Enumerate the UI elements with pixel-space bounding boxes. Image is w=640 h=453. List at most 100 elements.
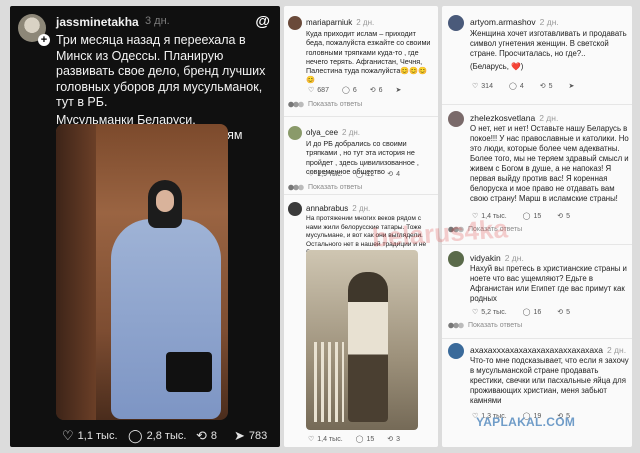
reposts-count: 6 (378, 86, 383, 94)
woman-figure (348, 272, 388, 422)
divider (442, 104, 632, 105)
reposts-count: 5 (566, 308, 571, 316)
divider (442, 338, 632, 339)
repost-button[interactable]: ⟲ 5 (557, 308, 571, 317)
comment-text: О нет, нет и нет! Оставьте нашу Беларусь… (470, 124, 629, 203)
comment-actions: ♡ 687 ◯ 6 ⟲ 6 ➤ (308, 86, 402, 95)
comments-count: 15 (366, 435, 375, 443)
divider (284, 194, 438, 195)
comment-button[interactable]: ◯ 16 (523, 308, 542, 317)
reposts-count: 8 (210, 430, 218, 442)
replier-avatars (448, 322, 464, 329)
follow-plus-icon[interactable]: + (38, 34, 50, 46)
share-icon[interactable]: ➤ (396, 86, 402, 94)
avatar[interactable] (448, 111, 464, 127)
divider (284, 116, 438, 117)
comment-time: 2 дн. (606, 345, 627, 355)
likes-count: 5,2 тыс. (481, 308, 507, 316)
show-replies-label: Показать ответы (308, 184, 363, 191)
shares-count: 783 (248, 430, 268, 442)
replier-avatars (288, 184, 304, 191)
comment-button[interactable]: ◯ 6 (342, 86, 357, 95)
likes-count: 1,4 тыс. (317, 435, 343, 443)
repost-button[interactable]: ⟲ 5 (540, 82, 553, 91)
like-button[interactable]: ♡ 1,4 тыс. (308, 435, 343, 444)
like-button[interactable]: ♡ 687 (308, 86, 329, 95)
comment-actions: ♡ 1,9 тыс. ◯ 12 ⟲ 4 (308, 170, 401, 179)
reposts-count: 5 (566, 212, 571, 220)
send-icon: ➤ (234, 428, 245, 443)
historical-photo[interactable] (306, 250, 418, 430)
heart-outline-icon: ♡ (62, 428, 74, 443)
comment-header: mariaparniuk 2 дн. (306, 18, 374, 27)
comment-header: annabrabus 2 дн. (306, 204, 370, 213)
comment-username[interactable]: mariaparniuk (306, 18, 352, 27)
avatar[interactable] (288, 126, 302, 140)
comment-actions: ♡ 5,2 тыс. ◯ 16 ⟲ 5 (472, 308, 571, 317)
show-replies-label: Показать ответы (468, 322, 523, 329)
like-button[interactable]: ♡ 5,2 тыс. (472, 308, 507, 317)
post-time: 3 дн. (145, 15, 170, 27)
comment-button[interactable]: ◯ 15 (523, 212, 542, 221)
comment-time: 2 дн. (504, 253, 524, 263)
avatar[interactable] (448, 251, 464, 267)
comment-time: 2 дн. (356, 18, 375, 27)
post-photo[interactable] (56, 124, 228, 420)
like-button[interactable]: ♡ 1,9 тыс. (308, 170, 343, 179)
comments-count: 6 (352, 86, 357, 94)
show-replies[interactable]: Показать ответы (448, 322, 522, 329)
threads-logo-icon: @ (255, 13, 270, 30)
comment-username[interactable]: vidyakin (470, 253, 501, 263)
repost-button[interactable]: ⟲ 4 (387, 170, 401, 179)
reposts-count: 4 (396, 170, 401, 178)
post-username[interactable]: jassminetakha (56, 15, 139, 29)
share-button[interactable]: ➤ 783 (234, 428, 268, 443)
collage: + jassminetakha 3 дн. @ Три месяца назад… (0, 0, 640, 453)
comment-header: ахахахххахахахахахахаххахахаха 2 дн. (470, 345, 626, 355)
avatar[interactable] (288, 202, 302, 216)
comment-text: Куда приходит ислам – приходит беда, пож… (306, 29, 431, 85)
comment-text: Что-то мне подсказывает, что если я захо… (470, 356, 629, 405)
comment-button[interactable]: ◯ 4 (509, 82, 524, 91)
repost-button[interactable]: ⟲ 6 (370, 86, 383, 95)
comment-actions: ♡ 1,4 тыс. ◯ 15 ⟲ 3 (308, 435, 400, 444)
like-button[interactable]: ♡ 314 (472, 82, 493, 91)
likes-count: 314 (481, 82, 493, 90)
comments-count: 15 (533, 212, 542, 220)
comment-time: 2 дн. (539, 113, 559, 123)
door (56, 124, 96, 420)
comment-username[interactable]: artyom.armashov (470, 17, 536, 27)
comment-button[interactable]: ◯ 12 (356, 170, 375, 179)
repost-button[interactable]: ⟲ 5 (557, 212, 571, 221)
avatar[interactable] (448, 343, 464, 359)
fence (314, 342, 344, 422)
comment-username[interactable]: ахахахххахахахахахахаххахахаха (470, 345, 603, 355)
comment-text: Женщина хочет изготавливать и продавать … (470, 29, 627, 58)
likes-count: 1,1 тыс. (77, 430, 118, 442)
comment-button[interactable]: ◯ 2,8 тыс. (128, 428, 186, 443)
show-replies[interactable]: Показать ответы (288, 101, 362, 108)
post-text-p1: Три месяца назад я переехала в Минск из … (56, 33, 266, 109)
avatar[interactable] (448, 15, 464, 31)
avatar[interactable] (288, 16, 302, 30)
reposts-count: 5 (548, 82, 553, 90)
replier-avatars (288, 101, 304, 108)
site-watermark: YAPLAKAL.COM (476, 415, 576, 429)
comment-button[interactable]: ◯ 15 (356, 435, 375, 444)
comment-time: 2 дн. (352, 204, 371, 213)
show-replies[interactable]: Показать ответы (288, 184, 362, 191)
repost-button[interactable]: ⟲ 3 (387, 435, 400, 444)
face (156, 190, 174, 212)
comment-icon: ◯ (128, 428, 143, 443)
comment-username[interactable]: olya_cee (306, 128, 338, 137)
comment-username[interactable]: annabrabus (306, 204, 348, 213)
comment-header: vidyakin 2 дн. (470, 253, 524, 263)
like-button[interactable]: ♡ 1,1 тыс. (62, 428, 118, 443)
comments-count: 16 (533, 308, 542, 316)
comments-count: 12 (366, 170, 375, 178)
repost-button[interactable]: ⟲ 8 (196, 429, 218, 442)
share-icon[interactable]: ➤ (569, 82, 575, 90)
comment-username[interactable]: zhelezkosvetlana (470, 113, 535, 123)
bag (166, 352, 212, 392)
comment-text: Нахуй вы претесь в христианские страны и… (470, 264, 627, 303)
